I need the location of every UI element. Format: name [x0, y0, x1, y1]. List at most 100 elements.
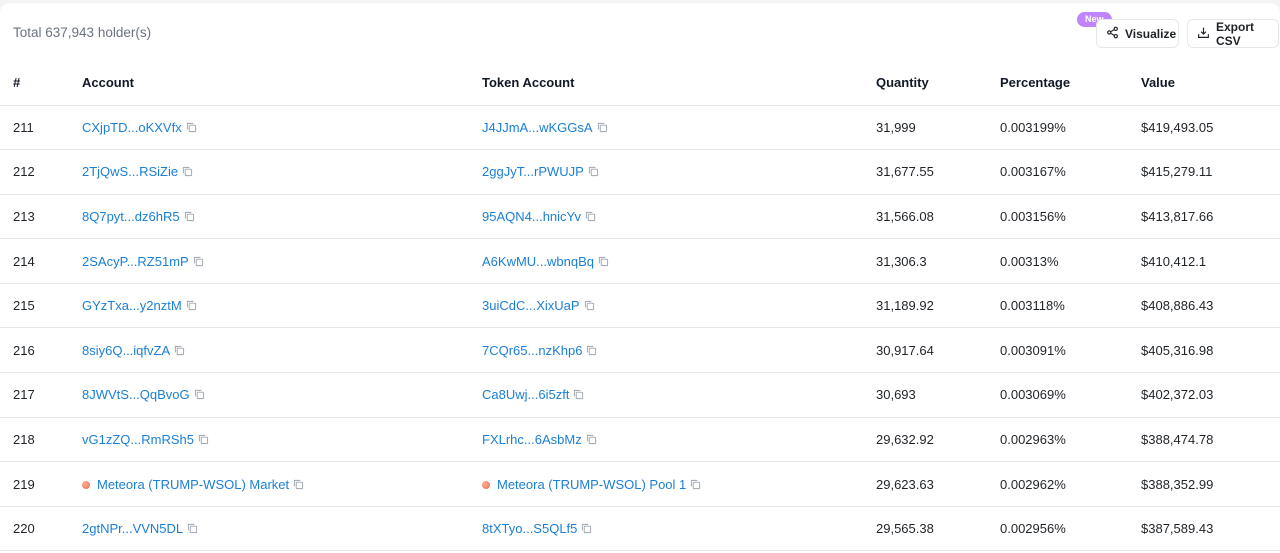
table-row: 216 8siy6Q...iqfvZA 7CQr65...nzKhp6 30,917.… [0, 327, 1280, 374]
holders-toolbar: Total 637,943 holder(s) New Visualize Ex… [0, 3, 1280, 61]
copy-icon[interactable] [588, 166, 599, 177]
token-account-link[interactable]: Ca8Uwj...6i5zft [482, 387, 569, 402]
share-nodes-icon [1106, 26, 1119, 42]
table-row: 217 8JWVtS...QqBvoG Ca8Uwj...6i5zft 30,693 0… [0, 372, 1280, 418]
copy-icon[interactable] [586, 345, 597, 356]
account-cell: 8Q7pyt...dz6hR5 [69, 194, 469, 240]
account-link[interactable]: 2gtNPr...VVN5DL [82, 521, 183, 536]
table-row: 220 2gtNPr...VVN5DL 8tXTyo...S5QLf5 29,565.… [0, 506, 1280, 552]
copy-icon[interactable] [174, 345, 185, 356]
copy-icon[interactable] [584, 300, 595, 311]
token-account-cell: Meteora (TRUMP-WSOL) Pool 1 [469, 461, 863, 507]
token-account-link[interactable]: FXLrhc...6AsbMz [482, 432, 582, 447]
table-row: 215 GYzTxa...y2nztM 3uiCdC...XixUaP 31,189.… [0, 283, 1280, 329]
value-cell: $388,474.78 [1128, 417, 1280, 463]
rank-cell: 212 [0, 149, 69, 195]
table-row: 212 2TjQwS...RSiZie 2ggJyT...rPWUJP 31,677.… [0, 149, 1280, 195]
column-header-value: Value [1128, 61, 1280, 106]
rank-cell: 217 [0, 372, 69, 418]
percentage-cell: 0.002962% [987, 461, 1128, 507]
copy-icon[interactable] [187, 523, 198, 534]
account-link[interactable]: vG1zZQ...RmRSh5 [82, 432, 194, 447]
account-link[interactable]: 2TjQwS...RSiZie [82, 164, 178, 179]
token-account-link[interactable]: Meteora (TRUMP-WSOL) Pool 1 [497, 477, 686, 492]
account-cell: 8JWVtS...QqBvoG [69, 372, 469, 418]
value-cell: $415,279.11 [1128, 149, 1280, 195]
column-header-quantity: Quantity [863, 61, 987, 106]
copy-icon[interactable] [690, 479, 701, 490]
quantity-cell: 29,565.38 [863, 506, 987, 552]
account-cell: GYzTxa...y2nztM [69, 283, 469, 329]
quantity-cell: 31,189.92 [863, 283, 987, 329]
copy-icon[interactable] [194, 389, 205, 400]
copy-icon[interactable] [598, 256, 609, 267]
token-account-link[interactable]: 2ggJyT...rPWUJP [482, 164, 584, 179]
copy-icon[interactable] [597, 122, 608, 133]
copy-icon[interactable] [585, 211, 596, 222]
copy-icon[interactable] [293, 479, 304, 490]
quantity-cell: 30,917.64 [863, 327, 987, 374]
quantity-cell: 31,677.55 [863, 149, 987, 195]
value-cell: $410,412.1 [1128, 238, 1280, 284]
value-cell: $419,493.05 [1128, 105, 1280, 151]
value-cell: $405,316.98 [1128, 327, 1280, 374]
holders-table-body: 211 CXjpTD...oKXVfx J4JJmA...wKGGsA 31,999 0… [0, 105, 1280, 552]
copy-icon[interactable] [184, 211, 195, 222]
export-csv-label: Export CSV [1216, 19, 1255, 48]
account-link[interactable]: CXjpTD...oKXVfx [82, 120, 182, 135]
rank-cell: 218 [0, 417, 69, 463]
percentage-cell: 0.003167% [987, 149, 1128, 195]
token-account-cell: A6KwMU...wbnqBq [469, 238, 863, 284]
account-link[interactable]: 8JWVtS...QqBvoG [82, 387, 190, 402]
account-cell: 2TjQwS...RSiZie [69, 149, 469, 195]
table-row: 219 Meteora (TRUMP-WSOL) Market Meteora (T… [0, 461, 1280, 507]
account-link[interactable]: Meteora (TRUMP-WSOL) Market [97, 477, 289, 492]
quantity-cell: 30,693 [863, 372, 987, 418]
percentage-cell: 0.003069% [987, 372, 1128, 418]
copy-icon[interactable] [186, 300, 197, 311]
percentage-cell: 0.003091% [987, 327, 1128, 374]
token-account-cell: FXLrhc...6AsbMz [469, 417, 863, 463]
percentage-cell: 0.003118% [987, 283, 1128, 329]
token-account-link[interactable]: 95AQN4...hnicYv [482, 209, 581, 224]
holders-panel: Total 637,943 holder(s) New Visualize Ex… [0, 3, 1280, 553]
account-link[interactable]: 8Q7pyt...dz6hR5 [82, 209, 180, 224]
token-account-link[interactable]: A6KwMU...wbnqBq [482, 254, 594, 269]
token-account-link[interactable]: 8tXTyo...S5QLf5 [482, 521, 577, 536]
rank-cell: 215 [0, 283, 69, 329]
quantity-cell: 29,623.63 [863, 461, 987, 507]
rank-cell: 213 [0, 194, 69, 240]
rank-cell: 214 [0, 238, 69, 284]
account-cell: Meteora (TRUMP-WSOL) Market [69, 461, 469, 507]
column-header-token-account: Token Account [469, 61, 863, 106]
value-cell: $408,886.43 [1128, 283, 1280, 329]
visualize-label: Visualize [1125, 26, 1177, 41]
token-account-link[interactable]: 7CQr65...nzKhp6 [482, 343, 582, 358]
quantity-cell: 31,306.3 [863, 238, 987, 284]
copy-icon[interactable] [581, 523, 592, 534]
visualize-button[interactable]: Visualize [1096, 19, 1179, 48]
account-link[interactable]: 2SAcyP...RZ51mP [82, 254, 189, 269]
token-account-link[interactable]: J4JJmA...wKGGsA [482, 120, 593, 135]
table-row: 214 2SAcyP...RZ51mP A6KwMU...wbnqBq 31,306.… [0, 238, 1280, 284]
token-account-cell: 8tXTyo...S5QLf5 [469, 506, 863, 552]
copy-icon[interactable] [193, 256, 204, 267]
copy-icon[interactable] [586, 434, 597, 445]
percentage-cell: 0.003199% [987, 105, 1128, 151]
account-link[interactable]: GYzTxa...y2nztM [82, 298, 182, 313]
copy-icon[interactable] [186, 122, 197, 133]
export-csv-button[interactable]: Export CSV [1187, 19, 1279, 48]
token-account-link[interactable]: 3uiCdC...XixUaP [482, 298, 580, 313]
token-account-cell: 95AQN4...hnicYv [469, 194, 863, 240]
copy-icon[interactable] [198, 434, 209, 445]
copy-icon[interactable] [573, 389, 584, 400]
account-cell: CXjpTD...oKXVfx [69, 105, 469, 151]
column-header-rank: # [0, 61, 69, 106]
table-header-row: # Account Token Account Quantity Percent… [0, 61, 1280, 106]
token-account-cell: 7CQr65...nzKhp6 [469, 327, 863, 374]
meteora-logo-icon [82, 480, 90, 489]
percentage-cell: 0.002956% [987, 506, 1128, 552]
account-link[interactable]: 8siy6Q...iqfvZA [82, 343, 170, 358]
copy-icon[interactable] [182, 166, 193, 177]
total-holders-label: Total 637,943 holder(s) [13, 25, 152, 40]
